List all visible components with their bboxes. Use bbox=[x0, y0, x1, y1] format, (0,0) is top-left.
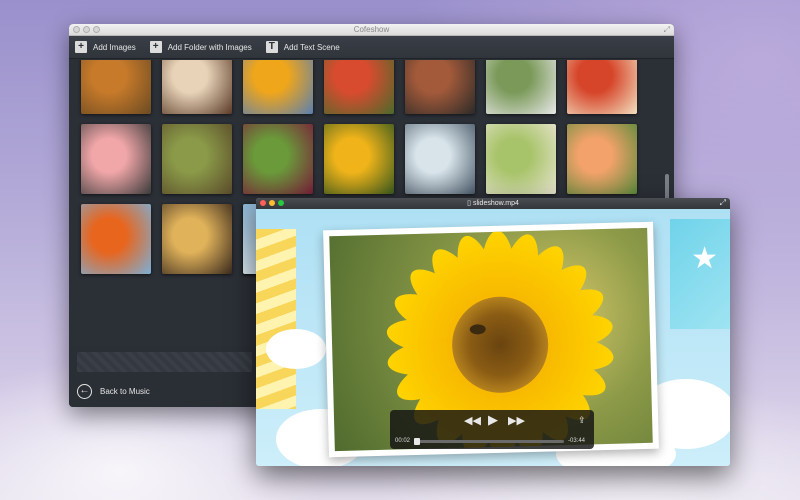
rewind-icon[interactable]: ◀◀ bbox=[464, 414, 481, 427]
video-window: ▯ slideshow.mp4 ⤢ ★ ◀◀ ▶ ▶▶ ⇪ 00:02 -03:… bbox=[256, 198, 730, 466]
plus-icon: + bbox=[75, 41, 87, 53]
image-thumbnail[interactable] bbox=[324, 60, 394, 114]
add-folder-button[interactable]: + Add Folder with Images bbox=[149, 41, 252, 53]
image-thumbnail[interactable] bbox=[162, 124, 232, 194]
video-frame: ★ ◀◀ ▶ ▶▶ ⇪ 00:02 -03:44 bbox=[256, 209, 730, 466]
image-thumbnail[interactable] bbox=[567, 60, 637, 114]
striped-banner bbox=[256, 229, 296, 409]
add-folder-label: Add Folder with Images bbox=[167, 42, 252, 52]
elapsed-time: 00:02 bbox=[395, 438, 411, 444]
fullscreen-icon[interactable]: ⤢ bbox=[664, 25, 670, 35]
image-thumbnail[interactable] bbox=[405, 124, 475, 194]
text-t-icon: T bbox=[265, 41, 278, 53]
cloud bbox=[266, 329, 326, 369]
star-icon: ★ bbox=[691, 242, 718, 275]
image-thumbnail[interactable] bbox=[162, 204, 232, 274]
window-title: Cofeshow bbox=[353, 25, 390, 34]
image-thumbnail[interactable] bbox=[567, 124, 637, 194]
folder-plus-icon: + bbox=[149, 41, 162, 53]
image-thumbnail[interactable] bbox=[81, 60, 151, 114]
playback-controls: ◀◀ ▶ ▶▶ ⇪ 00:02 -03:44 bbox=[390, 410, 594, 449]
back-to-music-button[interactable]: ← Back to Music bbox=[77, 384, 150, 399]
image-thumbnail[interactable] bbox=[243, 60, 313, 114]
image-thumbnail[interactable] bbox=[162, 60, 232, 114]
add-images-label: Add Images bbox=[93, 42, 136, 52]
timeline-track bbox=[77, 352, 252, 372]
video-title: ▯ slideshow.mp4 bbox=[256, 199, 730, 207]
video-title-text: slideshow.mp4 bbox=[472, 200, 519, 207]
image-thumbnail[interactable] bbox=[81, 124, 151, 194]
image-thumbnail[interactable] bbox=[486, 124, 556, 194]
fast-forward-icon[interactable]: ▶▶ bbox=[508, 414, 525, 427]
video-fullscreen-icon[interactable]: ⤢ bbox=[720, 198, 726, 208]
image-thumbnail[interactable] bbox=[405, 60, 475, 114]
share-icon[interactable]: ⇪ bbox=[578, 415, 586, 426]
remaining-time: -03:44 bbox=[568, 438, 586, 444]
image-thumbnail[interactable] bbox=[324, 124, 394, 194]
image-thumbnail[interactable] bbox=[486, 60, 556, 114]
play-icon[interactable]: ▶ bbox=[488, 412, 498, 428]
add-text-scene-button[interactable]: T Add Text Scene bbox=[265, 41, 340, 53]
file-icon: ▯ bbox=[467, 200, 471, 207]
scrubber-knob[interactable] bbox=[414, 438, 421, 445]
add-text-scene-label: Add Text Scene bbox=[283, 42, 340, 52]
image-thumbnail[interactable] bbox=[243, 124, 313, 194]
titlebar: Cofeshow ⤢ bbox=[69, 24, 674, 36]
scrubber[interactable] bbox=[414, 438, 564, 445]
back-to-music-label: Back to Music bbox=[100, 387, 150, 396]
toolbar: + Add Images + Add Folder with Images T … bbox=[69, 36, 674, 59]
star-banner: ★ bbox=[670, 219, 730, 329]
add-images-button[interactable]: + Add Images bbox=[75, 41, 136, 53]
video-titlebar: ▯ slideshow.mp4 ⤢ bbox=[256, 198, 730, 209]
arrow-left-circle-icon: ← bbox=[77, 384, 92, 399]
image-thumbnail[interactable] bbox=[81, 204, 151, 274]
